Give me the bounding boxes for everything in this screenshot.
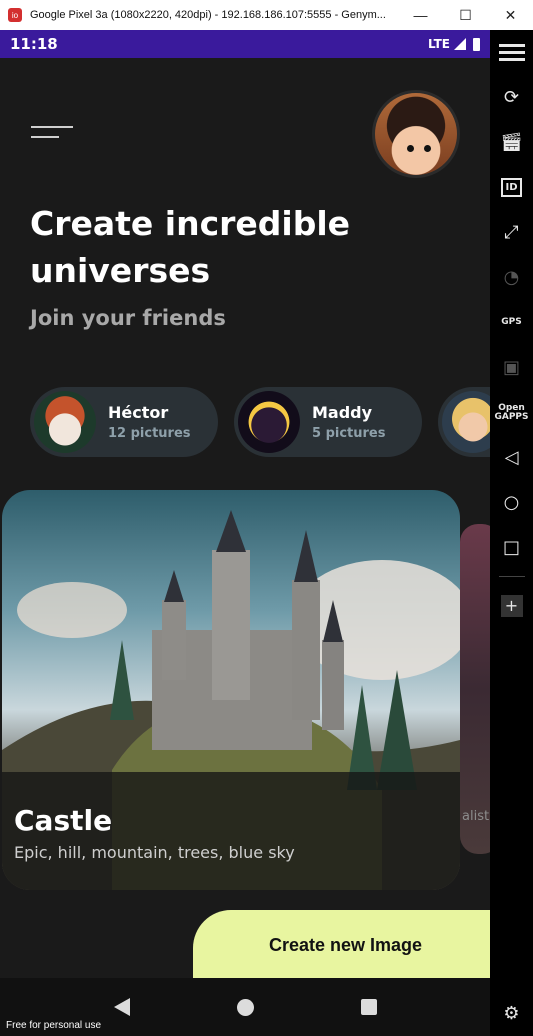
status-time: 11:18 bbox=[10, 35, 58, 53]
friend-avatar bbox=[34, 391, 96, 453]
settings-icon[interactable]: ⚙ bbox=[490, 991, 533, 1036]
open-gapps-icon[interactable]: Open GAPPS bbox=[490, 390, 533, 435]
friend-chip-partial[interactable] bbox=[438, 387, 490, 457]
friend-picture-count: 12 pictures bbox=[108, 426, 191, 441]
resize-icon[interactable]: ⤢ bbox=[490, 210, 533, 255]
recents-icon[interactable] bbox=[360, 999, 377, 1015]
next-card-title: alist bbox=[462, 809, 490, 824]
network-label: LTE bbox=[427, 37, 450, 51]
friend-name: Maddy bbox=[312, 403, 373, 422]
page-headline: Create incredible universes bbox=[30, 204, 351, 290]
genymotion-icon: io bbox=[8, 8, 22, 22]
watermark-text: Free for personal use bbox=[6, 1020, 102, 1031]
window-titlebar: io Google Pixel 3a (1080x2220, 420dpi) -… bbox=[0, 0, 533, 30]
create-new-image-button[interactable]: Create new Image bbox=[193, 910, 490, 980]
friends-list: Héctor 12 pictures Maddy 5 pictures bbox=[30, 387, 490, 457]
home-icon[interactable]: ○ bbox=[490, 480, 533, 525]
universe-card[interactable]: Castle Epic, hill, mountain, trees, blue… bbox=[2, 490, 460, 890]
phone-screen: 11:18 LTE Create incredible universes Jo… bbox=[0, 30, 490, 1036]
card-title: Castle bbox=[14, 804, 113, 837]
window-title: Google Pixel 3a (1080x2220, 420dpi) - 19… bbox=[30, 9, 386, 21]
maximize-button[interactable]: ☐ bbox=[443, 0, 488, 30]
status-icons: LTE bbox=[428, 37, 480, 51]
film-icon[interactable]: ▣ bbox=[490, 345, 533, 390]
menu-icon[interactable] bbox=[490, 30, 533, 75]
id-icon[interactable]: ID bbox=[490, 165, 533, 210]
friend-chip-hector[interactable]: Héctor 12 pictures bbox=[30, 387, 218, 457]
back-icon[interactable]: ◁ bbox=[490, 435, 533, 480]
status-bar: 11:18 LTE bbox=[0, 30, 490, 58]
friend-chip-maddy[interactable]: Maddy 5 pictures bbox=[234, 387, 422, 457]
friend-avatar bbox=[238, 391, 300, 453]
gps-icon[interactable]: GPS bbox=[490, 300, 533, 345]
card-caption: Castle Epic, hill, mountain, trees, blue… bbox=[2, 772, 460, 890]
emulator-toolbar: ⟳ 🎬︎ ID ⤢ ◔ GPS ▣ Open GAPPS ◁ ○ □ + ⚙ bbox=[490, 30, 533, 1036]
page-subline: Join your friends bbox=[30, 306, 226, 330]
home-icon[interactable] bbox=[236, 998, 254, 1016]
clapper-icon[interactable]: 🎬︎ bbox=[490, 120, 533, 165]
recents-icon[interactable]: □ bbox=[490, 525, 533, 570]
card-tags: Epic, hill, mountain, trees, blue sky bbox=[14, 843, 295, 862]
friend-avatar bbox=[442, 391, 490, 453]
add-icon[interactable]: + bbox=[490, 583, 533, 628]
wifi-cast-icon[interactable]: ◔ bbox=[490, 255, 533, 300]
friend-picture-count: 5 pictures bbox=[312, 426, 386, 441]
profile-avatar[interactable] bbox=[372, 90, 460, 178]
next-card-peek[interactable]: alist bbox=[460, 524, 490, 854]
back-icon[interactable] bbox=[113, 998, 130, 1016]
minimize-button[interactable]: — bbox=[398, 0, 443, 30]
menu-icon[interactable] bbox=[31, 126, 73, 142]
signal-icon bbox=[454, 38, 466, 50]
battery-icon bbox=[473, 37, 480, 51]
friend-name: Héctor bbox=[108, 403, 169, 422]
close-button[interactable]: ✕ bbox=[488, 0, 533, 30]
rotate-icon[interactable]: ⟳ bbox=[490, 75, 533, 120]
